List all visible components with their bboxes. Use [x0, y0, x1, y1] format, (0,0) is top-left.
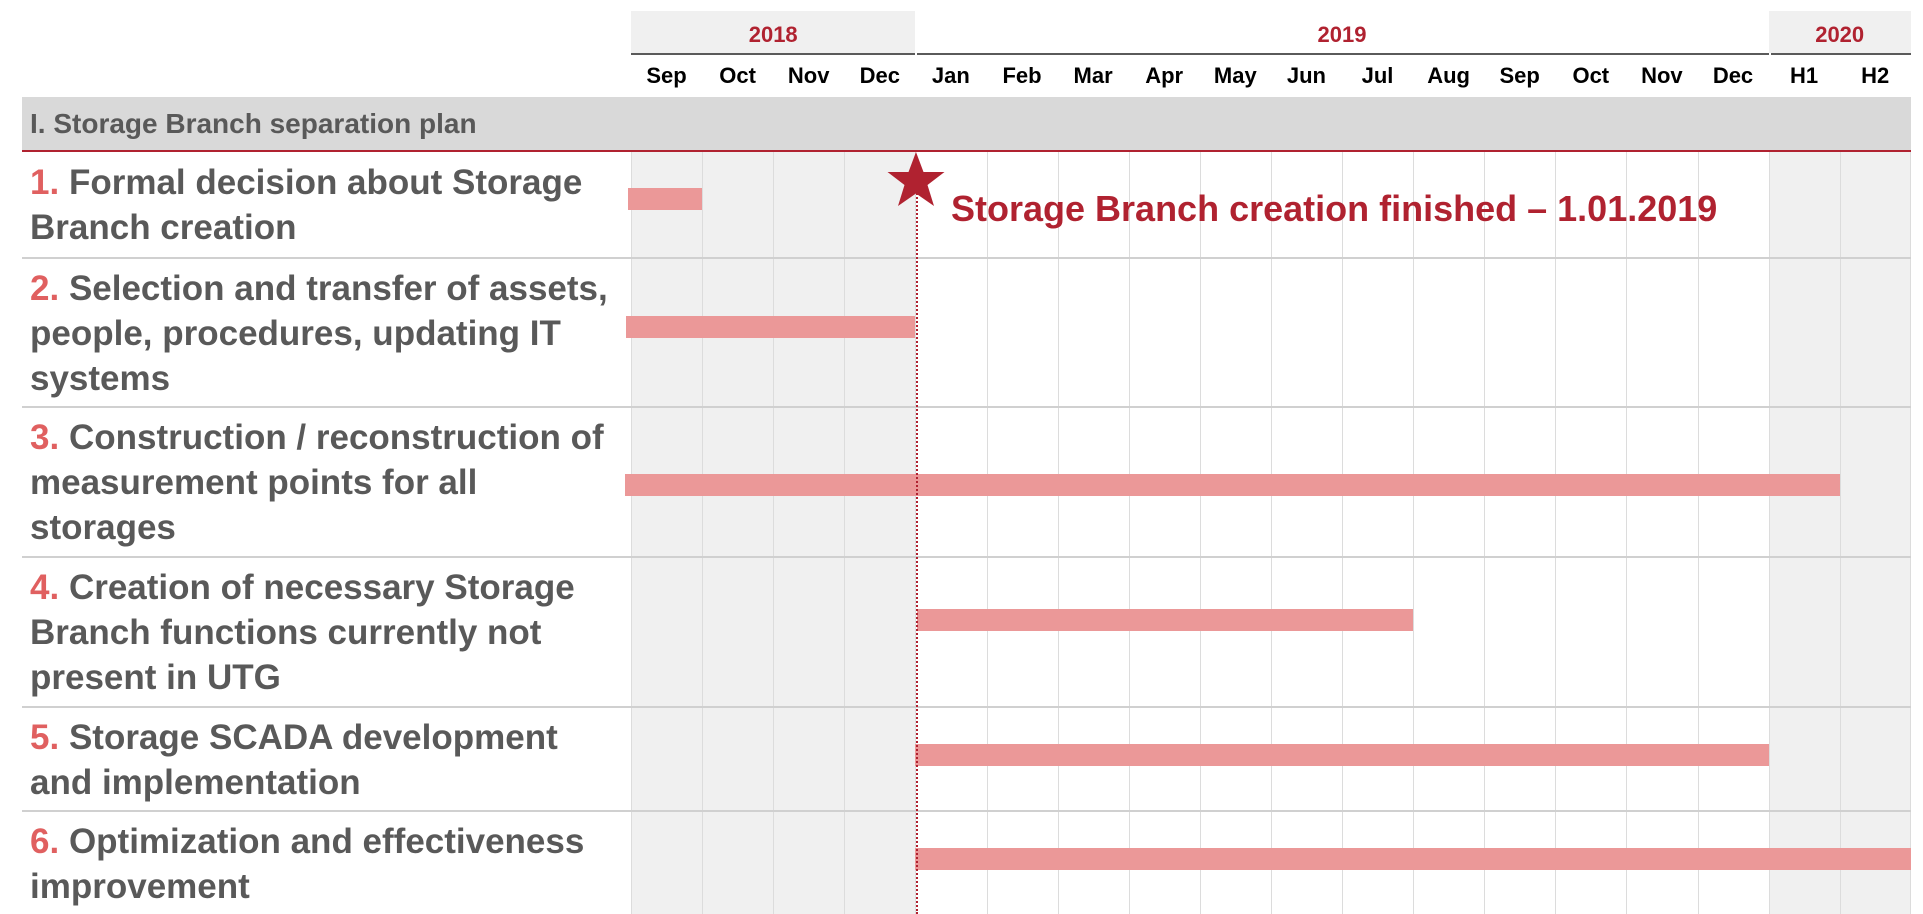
row-separator: [22, 257, 1911, 259]
row-separator: [22, 406, 1911, 408]
period-gridline: [702, 97, 703, 914]
row-separator: [22, 810, 1911, 812]
task-bar: [626, 316, 916, 338]
period-label: Jan: [931, 63, 970, 88]
task-bar: [915, 848, 1911, 870]
period-label: Oct: [1572, 63, 1610, 88]
task-text: Storage SCADA development and implementa…: [30, 718, 558, 802]
task-text: Selection and transfer of assets, people…: [30, 269, 608, 398]
period-label: Nov: [1641, 63, 1683, 88]
milestone-line: [916, 178, 918, 914]
task-bar: [625, 474, 1840, 496]
task-label: 4. Creation of necessary Storage Branch …: [30, 565, 610, 700]
period-label: May: [1213, 63, 1257, 88]
task-text: Creation of necessary Storage Branch fun…: [30, 568, 575, 697]
year-underline: [1770, 53, 1911, 55]
task-number: 6.: [30, 822, 60, 861]
period-label: Apr: [1145, 63, 1184, 88]
task-label: 1. Formal decision about Storage Branch …: [30, 160, 610, 250]
task-number: 4.: [30, 568, 60, 607]
period-label: Dec: [1712, 63, 1754, 88]
section-divider: [22, 150, 1911, 152]
task-number: 3.: [30, 418, 60, 457]
period-gridline: [1769, 97, 1770, 914]
task-number: 2.: [30, 269, 60, 308]
task-bar: [628, 188, 703, 210]
period-label: Aug: [1427, 63, 1470, 88]
period-label: Jul: [1361, 63, 1394, 88]
period-label: H2: [1861, 63, 1890, 88]
task-label: 5. Storage SCADA development and impleme…: [30, 715, 610, 805]
period-label: Jun: [1286, 63, 1326, 88]
period-gridline: [844, 97, 845, 914]
task-number: 5.: [30, 718, 60, 757]
period-label: Feb: [1002, 63, 1042, 88]
task-label: 3. Construction / reconstruction of meas…: [30, 415, 610, 550]
period-label: H1: [1790, 63, 1819, 88]
year-underline: [631, 53, 916, 55]
row-separator: [22, 556, 1911, 558]
task-bar: [917, 609, 1414, 631]
milestone-label: Storage Branch creation finished – 1.01.…: [951, 188, 1718, 229]
task-label: 6. Optimization and effectiveness improv…: [30, 819, 610, 909]
period-gridline: [1840, 97, 1841, 914]
period-label: Sep: [646, 63, 687, 88]
year-label: 2019: [1317, 22, 1367, 47]
task-number: 1.: [30, 163, 60, 202]
period-label: Oct: [719, 63, 756, 88]
period-label: Sep: [1499, 63, 1540, 88]
star-icon: [887, 152, 945, 206]
period-label: Nov: [787, 63, 830, 88]
period-gridline: [1910, 97, 1911, 914]
year-label: 2018: [748, 22, 798, 47]
task-label: 2. Selection and transfer of assets, peo…: [30, 266, 610, 401]
task-text: Formal decision about Storage Branch cre…: [30, 163, 583, 247]
task-bar: [915, 744, 1769, 766]
period-label: Dec: [859, 63, 900, 88]
period-gridline: [773, 97, 774, 914]
task-text: Optimization and effectiveness improveme…: [30, 822, 585, 906]
period-label: Mar: [1073, 63, 1113, 88]
year-label: 2020: [1815, 22, 1865, 47]
section-title: I. Storage Branch separation plan: [30, 108, 477, 139]
task-text: Construction / reconstruction of measure…: [30, 418, 604, 547]
year-underline: [917, 53, 1769, 55]
period-gridline: [631, 97, 632, 914]
row-separator: [22, 706, 1911, 708]
